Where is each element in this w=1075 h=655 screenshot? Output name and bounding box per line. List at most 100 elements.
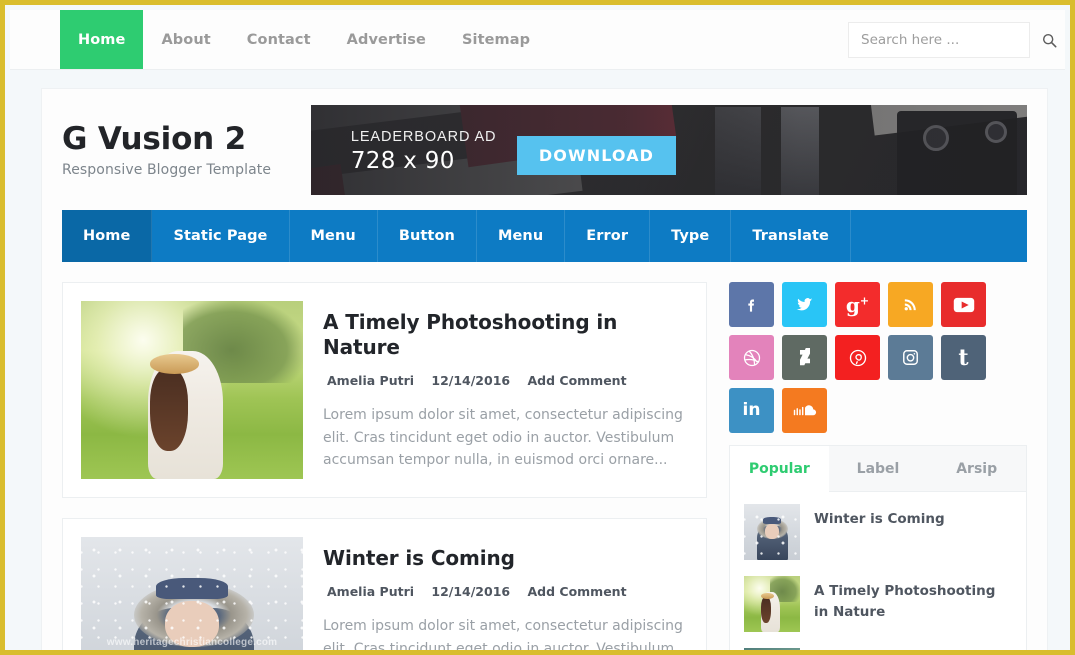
tab-arsip[interactable]: Arsip: [927, 446, 1026, 491]
mainnav-item-type[interactable]: Type: [650, 210, 732, 262]
pinterest-icon: [849, 349, 866, 366]
tab-label[interactable]: Label: [829, 446, 928, 491]
mainnav-item-static-page[interactable]: Static Page: [152, 210, 290, 262]
social-facebook-link[interactable]: [729, 282, 774, 327]
post-title[interactable]: Winter is Coming: [323, 546, 688, 571]
ad-label: LEADERBOARD AD: [350, 129, 497, 145]
social-instagram-link[interactable]: [888, 335, 933, 380]
social-deviantart-link[interactable]: [782, 335, 827, 380]
add-comment-link[interactable]: Add Comment: [527, 584, 626, 599]
search-input[interactable]: [849, 32, 1042, 48]
nature-photo-image: [81, 301, 303, 479]
linkedin-icon: in: [742, 400, 761, 420]
mainnav-label: Translate: [752, 228, 829, 244]
post-meta: Amelia Putri 12/14/2016 Add Comment: [323, 373, 688, 388]
popular-post-item[interactable]: Winter is Coming: [744, 504, 1012, 560]
mainnav-label: Static Page: [173, 228, 268, 244]
topnav-item-about[interactable]: About: [143, 10, 228, 69]
site-title: G Vusion 2: [62, 121, 247, 157]
topnav-label: About: [161, 31, 211, 48]
topnav-label: Advertise: [346, 31, 426, 48]
mainnav-label: Menu: [310, 228, 356, 244]
search-icon: [1042, 33, 1057, 47]
popular-post-thumbnail: [744, 504, 800, 560]
post-list: A Timely Photoshooting in Nature Amelia …: [62, 282, 707, 650]
popular-post-title[interactable]: Best Destination in the World: [814, 648, 1012, 650]
popular-posts-list: Winter is Coming A Timely Photoshooting …: [730, 492, 1026, 650]
mainnav-item-home[interactable]: Home: [62, 210, 153, 262]
ad-download-button[interactable]: DOWNLOAD: [516, 136, 677, 175]
social-dribbble-link[interactable]: [729, 335, 774, 380]
mainnav-label: Type: [671, 228, 710, 244]
post-thumbnail[interactable]: www.heritagechristiancollege.com: [81, 537, 303, 650]
topnav-item-contact[interactable]: Contact: [229, 10, 329, 69]
social-rss-link[interactable]: [888, 282, 933, 327]
post-body: Winter is Coming Amelia Putri 12/14/2016…: [323, 537, 688, 650]
social-twitter-link[interactable]: [782, 282, 827, 327]
post-body: A Timely Photoshooting in Nature Amelia …: [323, 301, 688, 479]
nature-photo-image: [744, 576, 800, 632]
topnav-label: Contact: [246, 31, 311, 48]
sidebar-tabs: Popular Label Arsip: [730, 446, 1026, 492]
popular-post-title[interactable]: Winter is Coming: [814, 504, 945, 530]
site-tagline: Responsive Blogger Template: [62, 162, 272, 179]
post-title[interactable]: A Timely Photoshooting in Nature: [323, 310, 688, 360]
popular-post-thumbnail: [744, 648, 800, 650]
mainnav-label: Button: [398, 228, 455, 244]
topnav-item-advertise[interactable]: Advertise: [329, 10, 444, 69]
mainnav-item-menu-2[interactable]: Menu: [477, 210, 566, 262]
mainnav-label: Menu: [497, 228, 544, 244]
mainnav-item-button[interactable]: Button: [378, 210, 477, 262]
popular-post-item[interactable]: A Timely Photoshooting in Nature: [744, 576, 1012, 632]
youtube-icon: [953, 297, 974, 312]
main-navigation: Home Static Page Menu Button Menu Error …: [62, 210, 1027, 262]
content-columns: A Timely Photoshooting in Nature Amelia …: [62, 282, 1027, 650]
instagram-icon: [903, 350, 918, 365]
tab-label: Label: [856, 460, 900, 477]
social-linkedin-link[interactable]: in: [729, 388, 774, 433]
post-thumbnail[interactable]: [81, 301, 303, 479]
rss-icon: [904, 299, 916, 311]
social-tumblr-link[interactable]: t: [941, 335, 986, 380]
search-box[interactable]: [848, 22, 1057, 58]
tab-label: Popular: [748, 460, 810, 477]
ocean-photo-image: [744, 648, 800, 650]
mainnav-item-translate[interactable]: Translate: [731, 210, 851, 262]
add-comment-link[interactable]: Add Comment: [527, 373, 626, 388]
google-plus-icon: g+: [845, 292, 870, 317]
tab-label: Arsip: [956, 460, 998, 477]
popular-post-title[interactable]: A Timely Photoshooting in Nature: [814, 576, 1012, 622]
top-bar: Home About Contact Advertise Sitemap: [10, 10, 1065, 70]
winter-photo-image: www.heritagechristiancollege.com: [81, 537, 303, 650]
post-date: 12/14/2016: [431, 373, 511, 388]
twitter-icon: [796, 298, 813, 311]
popular-post-item[interactable]: Best Destination in the World: [744, 648, 1012, 650]
post-excerpt: Lorem ipsum dolor sit amet, consectetur …: [323, 407, 683, 469]
page-container: G Vusion 2 Responsive Blogger Template L…: [41, 88, 1048, 650]
social-pinterest-link[interactable]: [835, 335, 880, 380]
post-meta: Amelia Putri 12/14/2016 Add Comment: [323, 584, 688, 599]
brand-block: G Vusion 2 Responsive Blogger Template: [62, 105, 311, 178]
mainnav-label: Error: [586, 228, 629, 244]
dribbble-icon: [743, 349, 760, 366]
leaderboard-ad-banner[interactable]: LEADERBOARD AD 728 x 90 DOWNLOAD: [310, 105, 1027, 195]
tab-popular[interactable]: Popular: [730, 446, 829, 492]
site-header: G Vusion 2 Responsive Blogger Template L…: [62, 89, 1027, 210]
post-date: 12/14/2016: [431, 584, 511, 599]
topnav-item-sitemap[interactable]: Sitemap: [444, 10, 548, 69]
social-google-plus-link[interactable]: g+: [835, 282, 880, 327]
mainnav-item-error[interactable]: Error: [565, 210, 651, 262]
topnav-label: Sitemap: [461, 31, 531, 48]
mainnav-label: Home: [83, 228, 131, 244]
search-button[interactable]: [1042, 23, 1057, 57]
top-navigation: Home About Contact Advertise Sitemap: [60, 10, 548, 69]
popular-post-thumbnail: [744, 576, 800, 632]
post-author: Amelia Putri: [327, 584, 415, 599]
mainnav-item-menu-1[interactable]: Menu: [290, 210, 378, 262]
winter-photo-image: [744, 504, 800, 560]
social-youtube-link[interactable]: [941, 282, 986, 327]
tumblr-icon: t: [958, 344, 969, 371]
social-soundcloud-link[interactable]: [782, 388, 827, 433]
snow-overlay: [81, 537, 303, 650]
topnav-item-home[interactable]: Home: [60, 10, 144, 69]
